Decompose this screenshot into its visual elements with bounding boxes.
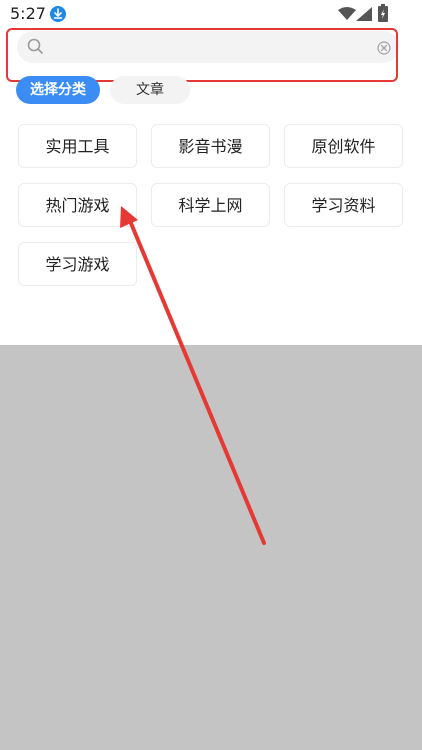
battery-icon	[378, 4, 388, 26]
category-original-software[interactable]: 原创软件	[284, 124, 403, 168]
category-practical-tools[interactable]: 实用工具	[18, 124, 137, 168]
annotation-highlight-box	[6, 28, 398, 82]
status-bar: 5:27	[0, 0, 422, 28]
category-media-books-comics[interactable]: 影音书漫	[151, 124, 270, 168]
category-popular-games[interactable]: 热门游戏	[18, 183, 137, 227]
category-learning-games[interactable]: 学习游戏	[18, 242, 137, 286]
category-vpn[interactable]: 科学上网	[151, 183, 270, 227]
download-icon	[50, 6, 66, 22]
dim-overlay	[0, 345, 422, 750]
wifi-icon	[338, 6, 356, 25]
tab-select-category[interactable]: 选择分类	[16, 76, 100, 104]
tab-articles[interactable]: 文章	[110, 76, 190, 104]
status-time: 5:27	[10, 4, 46, 23]
category-study-materials[interactable]: 学习资料	[284, 183, 403, 227]
signal-icon	[356, 6, 372, 25]
